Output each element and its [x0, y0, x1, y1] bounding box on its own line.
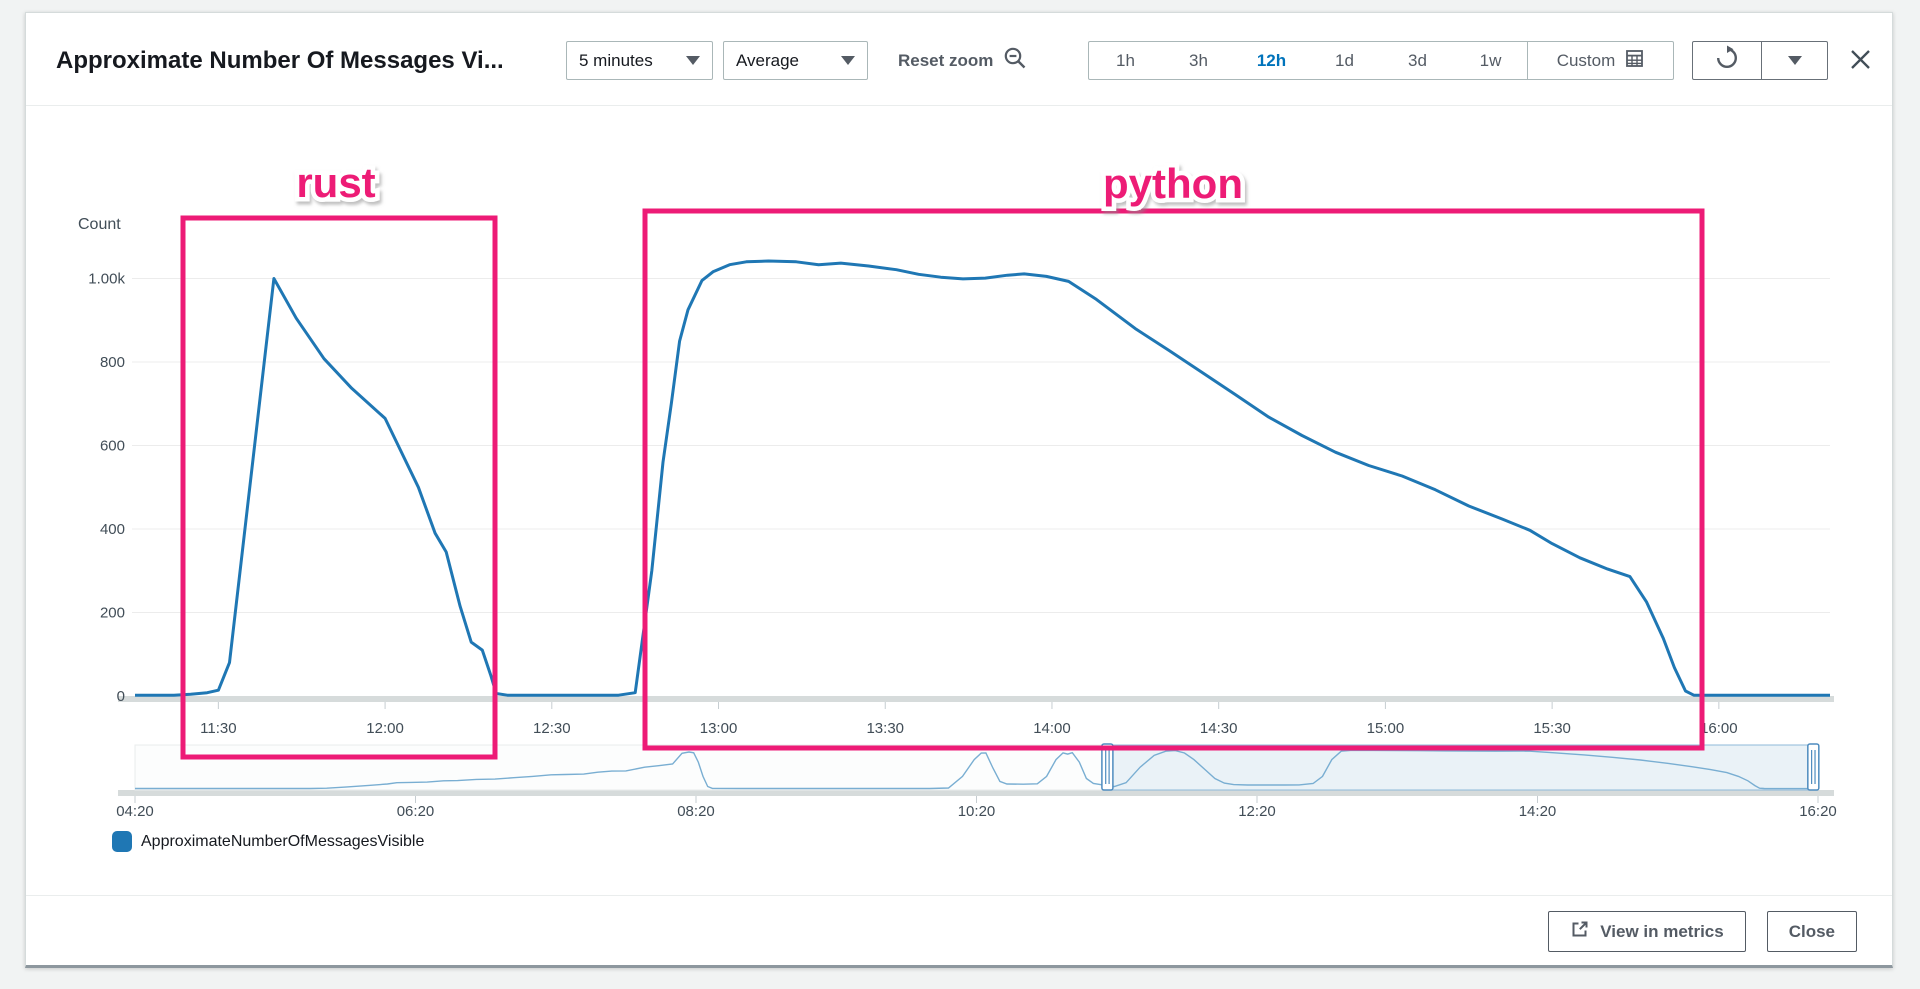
close-button[interactable]: Close — [1767, 911, 1857, 952]
time-range-3d[interactable]: 3d — [1381, 42, 1454, 79]
custom-label: Custom — [1557, 51, 1616, 71]
time-range-1d[interactable]: 1d — [1308, 42, 1381, 79]
time-range-1w[interactable]: 1w — [1454, 42, 1527, 79]
statistic-select-value: Average — [736, 51, 799, 71]
statistic-select[interactable]: Average — [723, 41, 868, 80]
reset-zoom-label: Reset zoom — [898, 51, 993, 71]
reset-zoom-button[interactable]: Reset zoom — [898, 41, 1028, 80]
time-range-custom[interactable]: Custom — [1527, 42, 1673, 79]
chevron-down-icon — [841, 56, 855, 65]
view-in-metrics-label: View in metrics — [1600, 922, 1723, 942]
refresh-icon — [1714, 45, 1740, 76]
footer-divider — [26, 895, 1892, 896]
time-range-3h[interactable]: 3h — [1162, 42, 1235, 79]
close-button-label: Close — [1789, 922, 1835, 942]
close-icon-button[interactable] — [1844, 43, 1876, 75]
legend: ApproximateNumberOfMessagesVisible — [112, 831, 424, 852]
time-range-12h[interactable]: 12h — [1235, 42, 1308, 79]
external-link-icon — [1570, 919, 1590, 944]
chevron-down-icon — [1788, 56, 1802, 65]
view-in-metrics-button[interactable]: View in metrics — [1548, 911, 1745, 952]
dialog-header: Approximate Number Of Messages Vi... 5 m… — [26, 13, 1892, 105]
time-range-1h[interactable]: 1h — [1089, 42, 1162, 79]
chevron-down-icon — [686, 56, 700, 65]
calendar-grid-icon — [1625, 49, 1644, 73]
refresh-button-group — [1692, 41, 1828, 80]
period-select[interactable]: 5 minutes — [566, 41, 713, 80]
dialog-footer: View in metrics Close — [1548, 911, 1857, 952]
zoom-out-icon — [1003, 46, 1028, 76]
header-divider — [26, 105, 1892, 106]
metric-detail-dialog: Approximate Number Of Messages Vi... 5 m… — [25, 12, 1893, 968]
legend-label[interactable]: ApproximateNumberOfMessagesVisible — [141, 833, 424, 851]
close-icon — [1847, 46, 1874, 73]
page-title: Approximate Number Of Messages Vi... — [56, 41, 504, 81]
time-range-control: 1h3h12h1d3d1w Custom — [1088, 41, 1674, 80]
refresh-button[interactable] — [1692, 41, 1762, 80]
refresh-options-button[interactable] — [1762, 41, 1828, 80]
legend-swatch — [112, 831, 132, 852]
period-select-value: 5 minutes — [579, 51, 653, 71]
